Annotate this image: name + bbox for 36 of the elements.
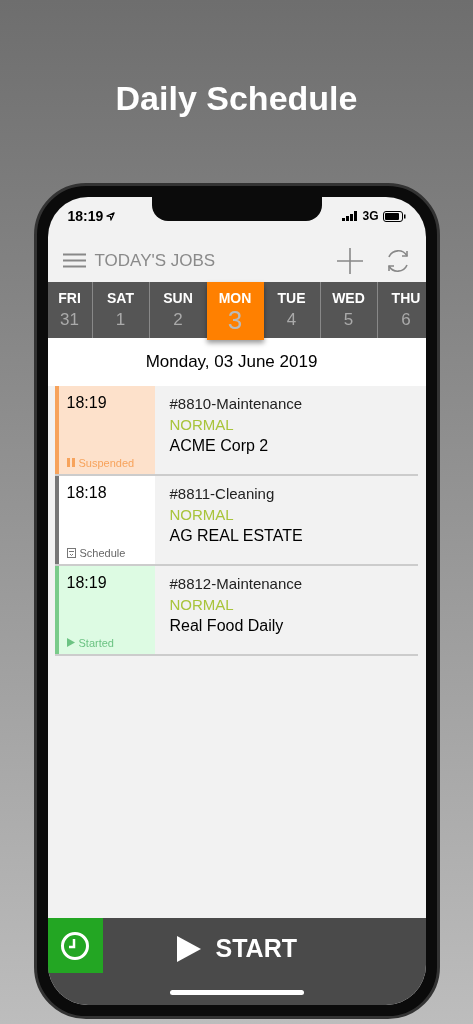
battery-icon: [382, 210, 406, 222]
status-time: 18:19: [67, 206, 104, 226]
job-time: 18:19: [66, 393, 108, 413]
play-icon: [66, 638, 75, 648]
menu-button[interactable]: [62, 253, 86, 268]
header-title: TODAY'S JOBS: [94, 249, 216, 272]
date-heading: Monday, 03 June 2019: [145, 351, 319, 374]
job-client: ACME Corp 2: [169, 436, 270, 456]
job-title: #8810-Maintenance: [169, 394, 304, 414]
day-tab[interactable]: THU 6: [377, 282, 426, 338]
job-status: Suspended: [78, 455, 135, 471]
job-title: #8811-Cleaning: [169, 484, 276, 504]
job-priority: NORMAL: [169, 505, 235, 525]
job-client: Real Food Daily: [169, 616, 285, 636]
location-arrow-icon: [106, 211, 116, 221]
job-status: Schedule: [79, 545, 126, 561]
job-client: AG REAL ESTATE: [169, 526, 304, 546]
job-priority: NORMAL: [169, 595, 235, 615]
clock-icon: [60, 930, 90, 961]
job-status: Started: [78, 635, 114, 651]
page-title: Daily Schedule: [115, 78, 358, 118]
signal-icon: [342, 211, 359, 221]
day-tab[interactable]: SUN 2: [149, 282, 207, 338]
clock-button[interactable]: [47, 918, 103, 973]
start-button[interactable]: START: [176, 930, 297, 968]
play-icon: [176, 935, 201, 962]
add-button[interactable]: [336, 247, 363, 274]
network-label: 3G: [362, 208, 379, 225]
job-title: #8812-Maintenance: [169, 574, 304, 594]
menu-icon: [62, 253, 86, 268]
job-time: 18:19: [66, 573, 108, 593]
plus-icon: [336, 247, 363, 274]
job-time: 18:18: [66, 483, 108, 503]
job-priority: NORMAL: [169, 415, 235, 435]
calendar-icon: [66, 547, 76, 558]
pause-icon: [66, 458, 75, 468]
